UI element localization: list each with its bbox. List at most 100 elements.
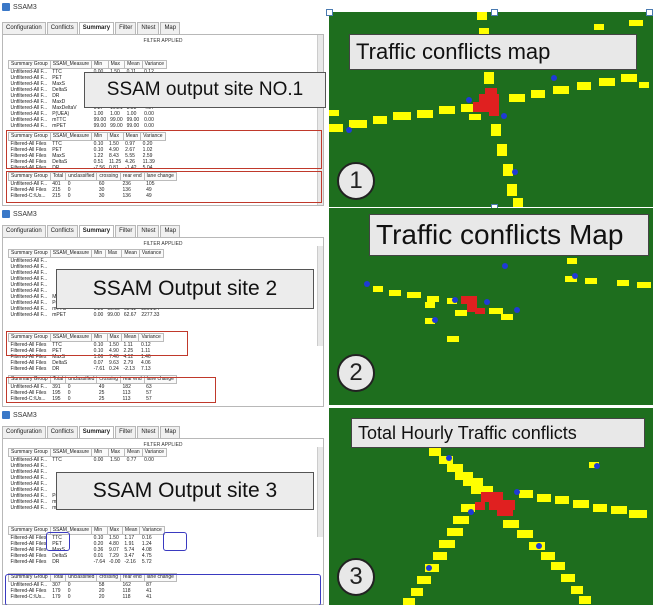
table-cell: Summary Group	[8, 526, 51, 535]
tab-conflicts[interactable]: Conflicts	[46, 426, 78, 438]
table-cell: Summary Group	[8, 249, 51, 258]
map-title: Total Hourly Traffic conflicts	[351, 418, 645, 448]
tab-map[interactable]: Map	[160, 22, 181, 34]
table-row: Unfiltered-All F...mPET99.0099.0099.000.…	[9, 123, 167, 129]
table-cell: Unfiltered-All F...	[10, 123, 48, 129]
highlight-box	[6, 377, 216, 403]
conflict-marker	[329, 124, 343, 132]
table-cell: 99.00	[126, 123, 140, 129]
table-cell: Max	[107, 60, 126, 69]
ssam-window-site-2: SSAM3 Configuration Conflicts Summary Fi…	[0, 207, 328, 408]
tab-summary[interactable]: Summary	[78, 225, 115, 237]
table-cell: Variance	[138, 249, 165, 258]
vertical-scrollbar[interactable]	[317, 447, 323, 537]
map-number-badge: 3	[337, 558, 375, 596]
conflict-map-3: Total Hourly Traffic conflicts 3	[329, 408, 653, 605]
table-cell: 99.00	[110, 123, 123, 129]
map-number-badge: 1	[337, 162, 375, 200]
table-cell: 7.13	[140, 366, 151, 372]
window-title: SSAM3	[13, 210, 37, 218]
tab-filter[interactable]: Filter	[115, 225, 137, 237]
table-cell: -7.61	[93, 366, 105, 372]
table-cell: 99.00	[93, 123, 107, 129]
highlight-box	[6, 130, 322, 169]
tab-summary[interactable]: Summary	[78, 22, 115, 34]
resize-handle[interactable]	[326, 9, 333, 16]
table-cell: DR	[52, 559, 60, 565]
table-cell: mPET	[52, 123, 67, 129]
table-cell: Mean	[124, 448, 143, 457]
tab-filter[interactable]: Filter	[115, 22, 137, 34]
window-title-bar: SSAM3	[2, 409, 37, 421]
table-header-row: Summary Group SSAM_Measure Min Max Mean Varia…	[8, 60, 168, 69]
table-cell: Variance	[141, 60, 168, 69]
site-label-overlay: SSAM Output site 3	[56, 472, 314, 510]
table-cell: Max	[104, 249, 123, 258]
table-cell: 0.00	[93, 312, 104, 318]
tab-ntest[interactable]: Ntest	[137, 225, 160, 237]
table-cell: Filtered-All Files	[10, 559, 47, 565]
tab-map[interactable]: Map	[160, 225, 181, 237]
highlight-box	[46, 532, 70, 551]
table-cell: Mean	[121, 526, 141, 535]
tab-bar: Configuration Conflicts Summary Filter N…	[2, 22, 181, 34]
window-title-bar: SSAM3	[2, 208, 37, 220]
table-row: Filtered-All Files DR -7.61 0.24 -2.13 7.13	[9, 366, 164, 372]
table-row: Filtered-All Files DR -7.64 -0.00 -2.16 5.72	[9, 559, 165, 565]
table-cell: -7.64	[93, 559, 105, 565]
tab-bar: Configuration Conflicts Summary Filter N…	[2, 426, 181, 438]
filter-applied-label: FILTER APPLIED	[143, 241, 183, 247]
table-cell: 0.00	[144, 123, 154, 129]
table-cell: Max	[107, 448, 126, 457]
table-cell: Min	[91, 60, 109, 69]
vertical-scrollbar[interactable]	[317, 246, 323, 346]
tab-configuration[interactable]: Configuration	[2, 22, 46, 34]
highlight-box	[5, 574, 321, 605]
table-cell: 99.00	[107, 312, 120, 318]
tab-conflicts[interactable]: Conflicts	[46, 22, 78, 34]
table-cell: -2.13	[123, 366, 135, 372]
table-cell: SSAM_Measure	[49, 448, 93, 457]
tab-configuration[interactable]: Configuration	[2, 426, 46, 438]
conflict-map-2: Traffic conflicts Map 2	[329, 208, 653, 405]
table-cell: mPET	[52, 312, 67, 318]
table-header-row: Summary Group SSAM_Measure Min Max Mean Varia…	[8, 448, 168, 457]
table-cell: 2277.33	[141, 312, 160, 318]
table-cell: -0.00	[109, 559, 121, 565]
tab-filter[interactable]: Filter	[115, 426, 137, 438]
map-title: Traffic conflicts map	[349, 34, 637, 70]
table-cell: Mean	[124, 60, 143, 69]
table-header-row: Summary Group SSAM_Measure Min Max Mean Varia…	[8, 249, 165, 258]
app-icon	[2, 411, 10, 419]
table-cell: SSAM_Measure	[49, 60, 93, 69]
app-icon	[2, 210, 10, 218]
table-cell: Variance	[141, 448, 168, 457]
site-label-overlay: SSAM Output site 2	[56, 269, 314, 309]
table-cell: 5.72	[141, 559, 152, 565]
table-cell: Summary Group	[8, 60, 51, 69]
tab-conflicts[interactable]: Conflicts	[46, 225, 78, 237]
table-cell: Filtered-All Files	[10, 366, 47, 372]
resize-handle[interactable]	[491, 9, 498, 16]
map-number-badge: 2	[337, 354, 375, 392]
ssam-window-site-3: SSAM3 Configuration Conflicts Summary Fi…	[0, 408, 328, 605]
window-title: SSAM3	[13, 411, 37, 419]
table-cell: SSAM_Measure	[49, 249, 93, 258]
ssam-window-site-1: SSAM3 Configuration Conflicts Summary Fi…	[0, 0, 328, 207]
app-icon	[2, 3, 10, 11]
table-cell: Variance	[139, 526, 165, 535]
tab-ntest[interactable]: Ntest	[137, 22, 160, 34]
table-cell: 0.24	[109, 366, 119, 372]
resize-handle[interactable]	[646, 9, 653, 16]
tab-configuration[interactable]: Configuration	[2, 225, 46, 237]
table-cell: Summary Group	[8, 448, 51, 457]
highlight-box	[6, 331, 188, 356]
tab-summary[interactable]: Summary	[78, 426, 115, 438]
highlight-box	[6, 171, 322, 203]
table-header-row: Summary Group SSAM_Measure Min Max Mean Varia…	[8, 526, 165, 535]
filter-applied-label: FILTER APPLIED	[143, 38, 183, 44]
tab-map[interactable]: Map	[160, 426, 181, 438]
table-cell: 62.67	[123, 312, 137, 318]
tab-ntest[interactable]: Ntest	[137, 426, 160, 438]
table-cell: Mean	[121, 249, 140, 258]
